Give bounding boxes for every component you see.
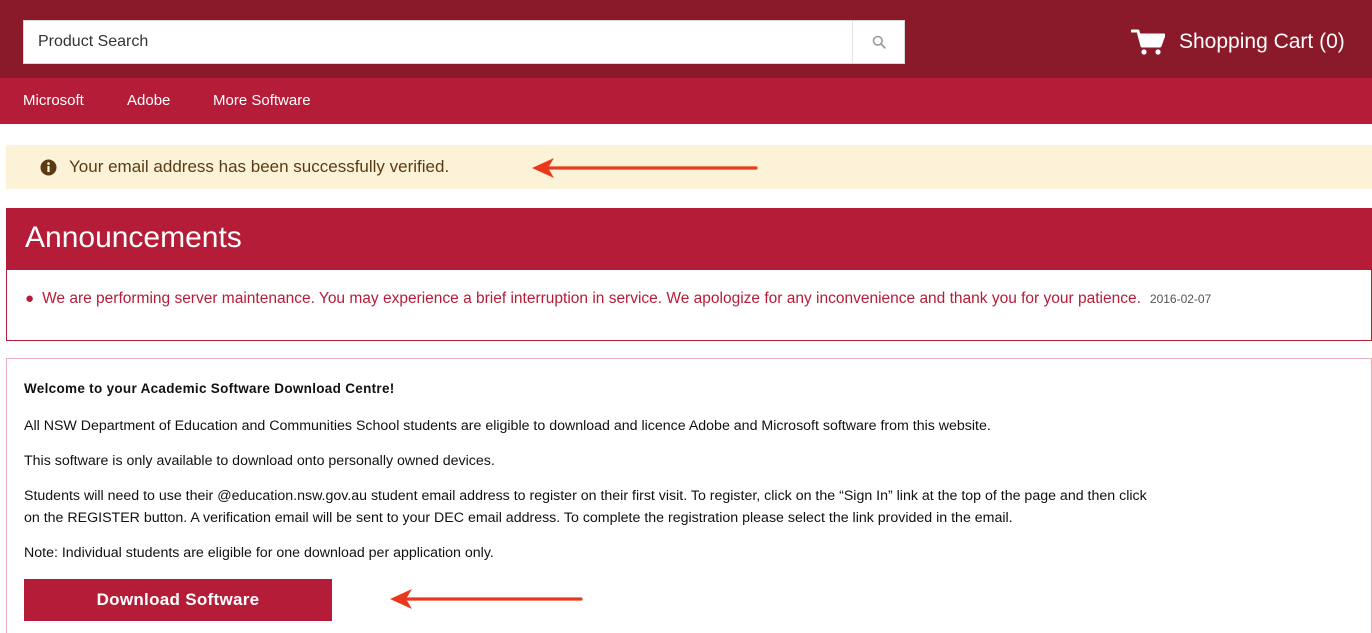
- welcome-paragraph: This software is only available to downl…: [24, 453, 495, 469]
- bullet-icon: ●: [25, 290, 35, 307]
- alert-message: Your email address has been successfully…: [69, 157, 450, 176]
- top-header: Shopping Cart (0): [0, 0, 1372, 78]
- nav-item-adobe[interactable]: Adobe: [127, 78, 170, 124]
- announcements-header: Announcements: [7, 209, 1371, 270]
- shopping-cart-link[interactable]: Shopping Cart (0): [1131, 22, 1345, 62]
- info-icon: [40, 159, 57, 175]
- announcements-title: Announcements: [25, 221, 242, 254]
- search-input[interactable]: [24, 21, 854, 63]
- welcome-paragraph: on the REGISTER button. A verification e…: [24, 510, 1013, 526]
- main-nav: Microsoft Adobe More Software: [0, 78, 1372, 124]
- download-software-button[interactable]: Download Software: [24, 579, 332, 621]
- nav-item-microsoft[interactable]: Microsoft: [23, 78, 84, 124]
- search-button[interactable]: [852, 21, 904, 63]
- announcement-date: 2016-02-07: [1149, 292, 1212, 306]
- cart-label: Shopping Cart (0): [1179, 30, 1345, 53]
- announcement-text: We are performing server maintenance. Yo…: [42, 290, 1141, 307]
- arrow-annotation: [532, 158, 758, 178]
- welcome-note: Note: Individual students are eligible f…: [24, 545, 494, 561]
- cart-icon: [1131, 29, 1165, 55]
- nav-item-more-software[interactable]: More Software: [213, 78, 311, 124]
- announcements-panel: Announcements ● We are performing server…: [6, 208, 1372, 341]
- welcome-paragraph: Students will need to use their @educati…: [24, 488, 1147, 504]
- welcome-panel: Welcome to your Academic Software Downlo…: [6, 358, 1372, 633]
- search-icon: [872, 35, 886, 49]
- product-search: [23, 20, 905, 64]
- arrow-annotation: [390, 589, 583, 609]
- welcome-paragraph: All NSW Department of Education and Comm…: [24, 418, 991, 434]
- announcement-item: ● We are performing server maintenance. …: [25, 290, 1211, 308]
- welcome-title: Welcome to your Academic Software Downlo…: [24, 381, 395, 396]
